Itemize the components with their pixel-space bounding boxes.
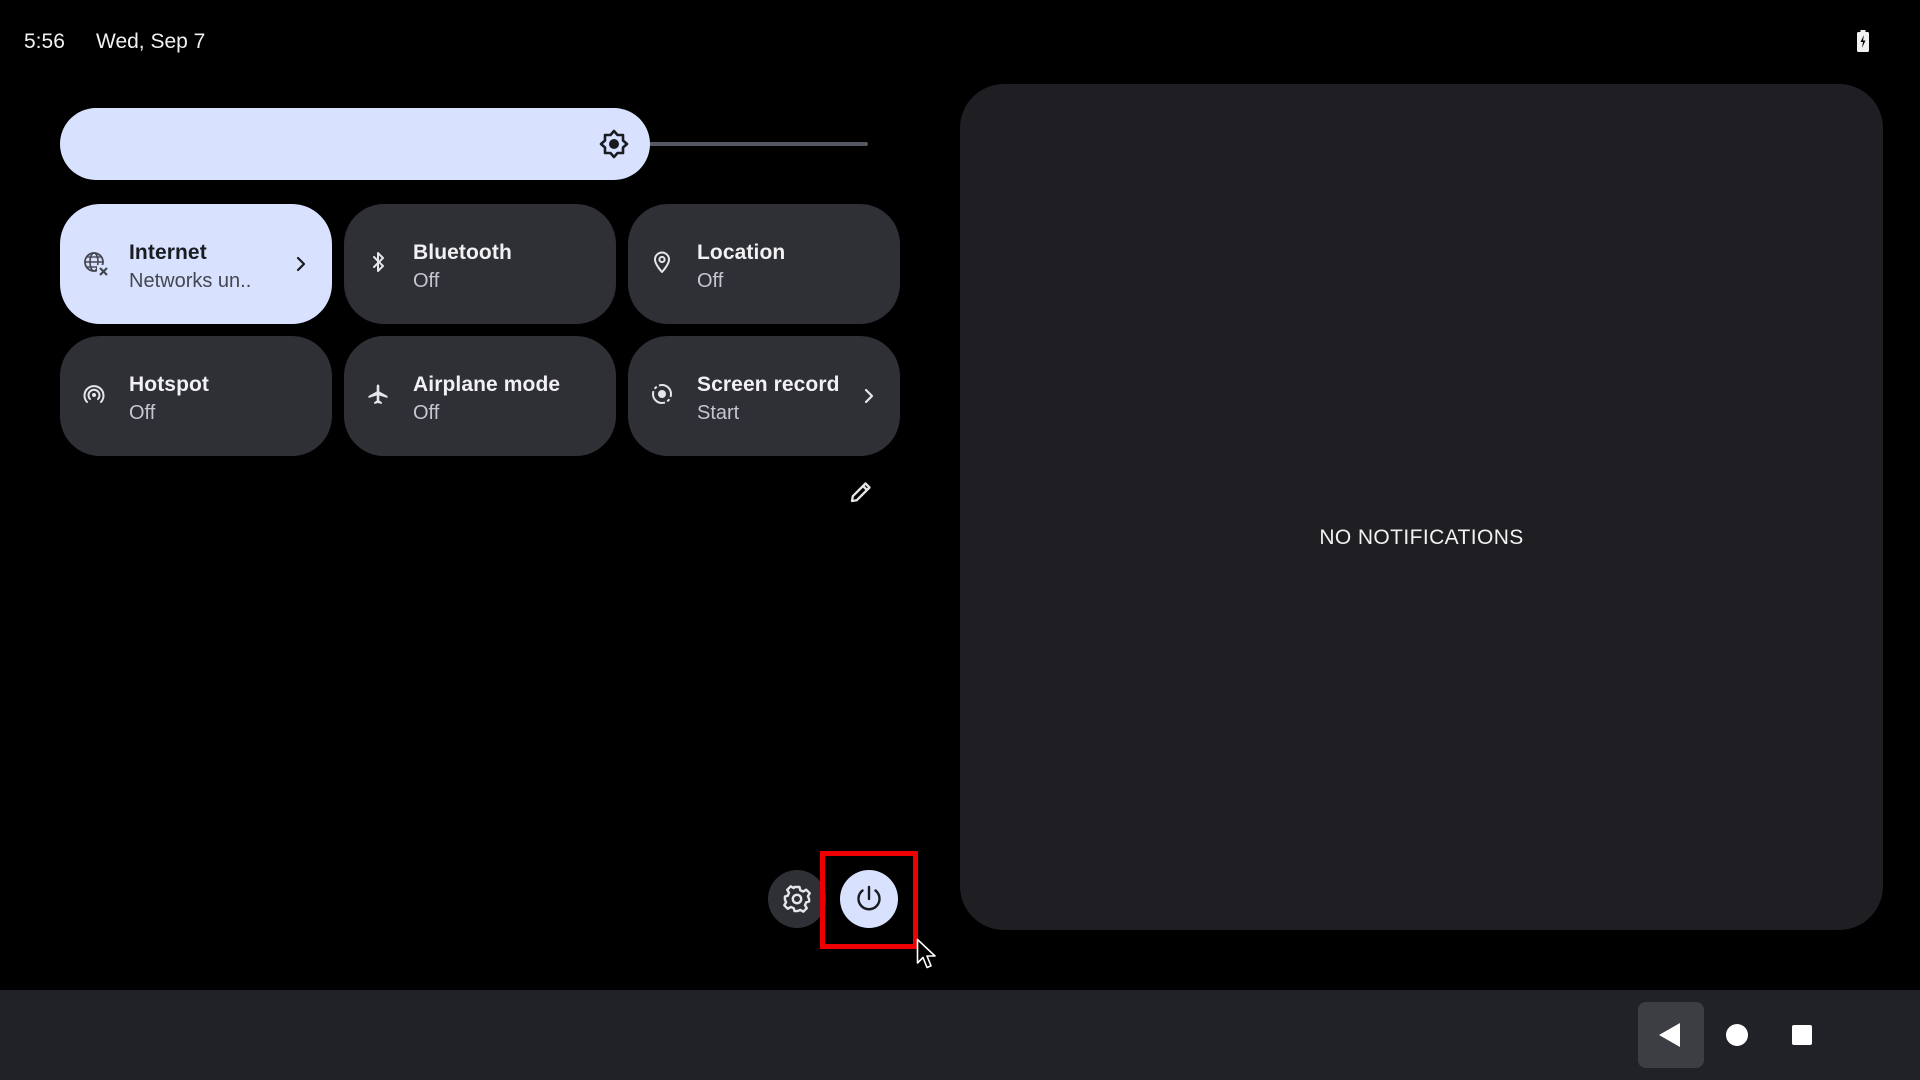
hotspot-icon: [83, 385, 105, 403]
notification-panel: NO NOTIFICATIONS: [960, 84, 1883, 930]
tile-bluetooth[interactable]: Bluetooth Off: [344, 204, 616, 324]
gear-icon: [783, 885, 811, 913]
tile-subtitle: Off: [413, 402, 440, 424]
tile-screen-record[interactable]: Screen record Start: [628, 336, 900, 456]
globe-x-icon: [84, 252, 109, 277]
tile-subtitle: Off: [697, 270, 724, 292]
tile-airplane-mode[interactable]: Airplane mode Off: [344, 336, 616, 456]
edit-pencil-icon[interactable]: [848, 479, 874, 505]
settings-button[interactable]: [768, 870, 826, 928]
power-button-highlight: [820, 851, 918, 949]
back-button[interactable]: [1638, 1002, 1704, 1068]
tile-title: Airplane mode: [413, 373, 561, 396]
tile-title: Screen record: [697, 373, 840, 396]
airplane-icon: [368, 384, 388, 404]
tile-title: Hotspot: [129, 373, 210, 396]
status-time: 5:56: [24, 30, 65, 53]
home-button[interactable]: [1726, 1024, 1748, 1046]
tile-hotspot[interactable]: Hotspot Off: [60, 336, 332, 456]
brightness-icon: [599, 129, 629, 159]
location-pin-icon: [654, 251, 670, 273]
tile-subtitle: Start: [697, 402, 740, 424]
status-bar: 5:56 Wed, Sep 7: [0, 0, 1920, 86]
recents-button[interactable]: [1792, 1025, 1812, 1045]
chevron-right-icon: [296, 256, 306, 272]
tile-subtitle: Off: [129, 402, 156, 424]
tile-internet[interactable]: Internet Networks un..: [60, 204, 332, 324]
tile-title: Location: [697, 241, 786, 264]
status-date: Wed, Sep 7: [96, 30, 206, 53]
chevron-right-icon: [864, 388, 874, 404]
tile-title: Internet: [129, 241, 207, 264]
battery-charging-icon: [1857, 30, 1869, 52]
tile-subtitle: Networks un..: [129, 270, 252, 292]
back-triangle-icon: [1659, 1023, 1680, 1047]
no-notifications-text: NO NOTIFICATIONS: [1319, 526, 1524, 549]
brightness-fill[interactable]: [60, 108, 650, 180]
tile-title: Bluetooth: [413, 241, 512, 264]
navigation-bar: [0, 990, 1920, 1080]
bluetooth-icon: [373, 252, 384, 272]
mouse-cursor-icon: [916, 938, 936, 969]
tile-location[interactable]: Location Off: [628, 204, 900, 324]
tile-subtitle: Off: [413, 270, 440, 292]
brightness-slider[interactable]: [60, 108, 868, 180]
screen-record-icon: [652, 384, 672, 404]
